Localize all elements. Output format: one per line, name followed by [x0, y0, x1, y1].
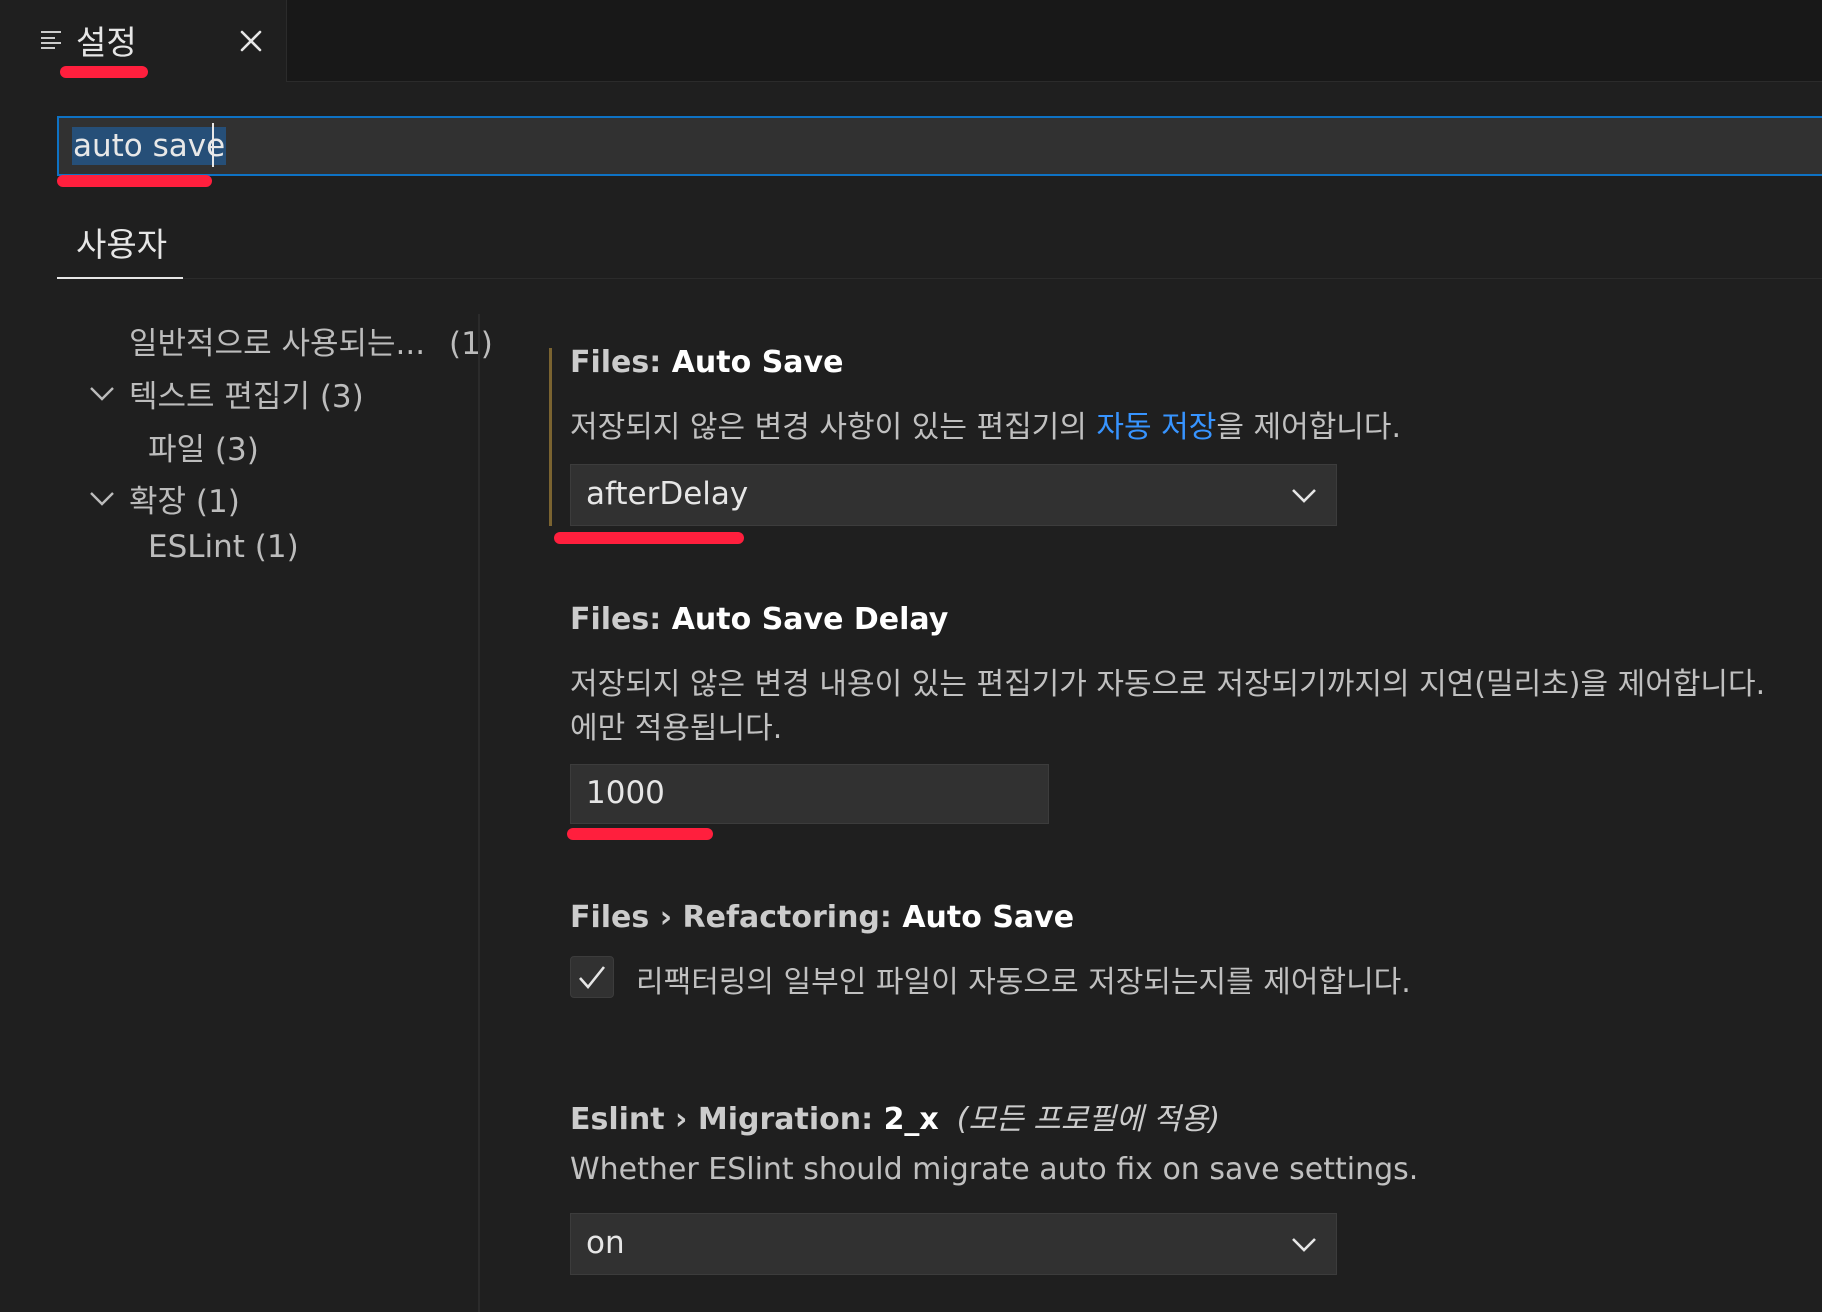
setting-scope-label: (모든 프로필에 적용) — [956, 1102, 1221, 1137]
search-query-text: auto save — [72, 127, 227, 165]
annotation-mark — [57, 175, 212, 187]
scope-tabs-divider — [57, 278, 1822, 279]
setting-description: 리팩터링의 일부인 파일이 자동으로 저장되는지를 제어합니다. — [636, 965, 1411, 1000]
chevron-down-icon[interactable] — [1291, 1235, 1317, 1253]
description-text: 을 제어합니다. — [1216, 410, 1402, 445]
chevron-down-icon[interactable] — [1291, 486, 1317, 504]
refactoring-auto-save-checkbox[interactable] — [570, 956, 614, 998]
chevron-down-icon[interactable] — [89, 384, 115, 402]
toc-item-extensions[interactable]: 확장 (1) — [129, 476, 240, 521]
tab-user-settings[interactable]: 사용자 — [76, 218, 167, 266]
description-text: 저장되지 않은 변경 사항이 있는 편집기의 — [570, 410, 1097, 445]
annotation-mark — [60, 66, 148, 78]
setting-description: Whether ESlint should migrate auto fix o… — [570, 1152, 1419, 1187]
setting-description-line-1: 저장되지 않은 변경 내용이 있는 편집기가 자동으로 저장되기까지의 지연(밀… — [570, 667, 1766, 702]
toc-divider — [478, 314, 480, 1312]
check-icon — [579, 966, 606, 990]
annotation-mark — [554, 532, 744, 544]
text-caret — [212, 123, 214, 167]
select-value: on — [586, 1225, 625, 1261]
active-tab-indicator — [57, 277, 183, 279]
tab-strip-border — [286, 81, 1822, 82]
auto-save-link[interactable]: 자동 저장 — [1096, 410, 1216, 445]
toc-item-text-editor[interactable]: 텍스트 편집기 (3) — [129, 371, 364, 416]
toc-item-files[interactable]: 파일 (3) — [148, 424, 259, 469]
setting-category: Eslint › Migration: — [570, 1102, 884, 1137]
setting-title-eslint-migration: Eslint › Migration: 2_x (모든 프로필에 적용) — [570, 1094, 1220, 1138]
setting-title-files-auto-save: Files: Auto Save — [570, 345, 843, 380]
setting-description-line-2: 에만 적용됩니다. — [570, 711, 783, 746]
eslint-migration-select[interactable] — [570, 1213, 1337, 1275]
settings-search-input[interactable] — [57, 116, 1822, 176]
select-value: afterDelay — [586, 476, 749, 512]
setting-key: Auto Save Delay — [671, 602, 949, 637]
input-value: 1000 — [586, 775, 665, 811]
toc-item-commonly-used[interactable]: 일반적으로 사용되는... (1) — [129, 318, 493, 363]
settings-list-icon — [41, 31, 61, 49]
setting-key: 2_x — [883, 1102, 939, 1137]
setting-key: Auto Save — [902, 900, 1075, 935]
setting-focus-indicator — [549, 348, 552, 526]
setting-description: 저장되지 않은 변경 사항이 있는 편집기의 자동 저장을 제어합니다. — [570, 402, 1401, 446]
close-icon[interactable] — [236, 26, 266, 56]
setting-category: Files: — [570, 345, 672, 380]
chevron-down-icon[interactable] — [89, 489, 115, 507]
setting-category: Files › Refactoring: — [570, 900, 903, 935]
setting-title-refactoring-auto-save: Files › Refactoring: Auto Save — [570, 900, 1074, 935]
annotation-mark — [567, 828, 713, 840]
toc-item-count: (1) — [448, 326, 493, 362]
setting-category: Files: — [570, 602, 672, 637]
toc-item-label: 일반적으로 사용되는... — [129, 326, 426, 362]
tab-title: 설정 — [76, 23, 137, 62]
setting-key: Auto Save — [671, 345, 844, 380]
toc-item-eslint[interactable]: ESLint (1) — [148, 529, 299, 565]
setting-title-auto-save-delay: Files: Auto Save Delay — [570, 602, 948, 637]
